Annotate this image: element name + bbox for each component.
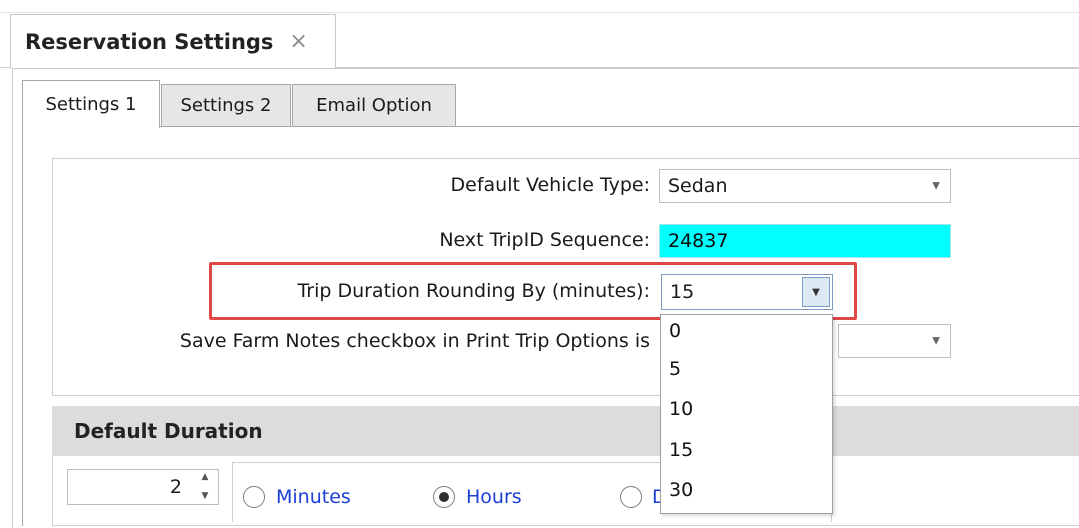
strip-top-line	[0, 12, 1079, 13]
close-icon[interactable]: ×	[289, 31, 307, 53]
radio-minutes[interactable]	[243, 486, 265, 508]
spin-down-icon[interactable]: ▼	[202, 492, 209, 501]
tab-email-option[interactable]: Email Option	[292, 84, 456, 126]
rounding-dropdown-list: 0 5 10 15 30	[660, 314, 833, 514]
default-duration-title: Default Duration	[74, 419, 263, 443]
next-tripid-sequence-field[interactable]: 24837	[659, 224, 951, 258]
spinner-arrows-icon[interactable]: ▲ ▼	[198, 473, 212, 501]
radio-minutes-label[interactable]: Minutes	[276, 486, 351, 508]
save-farm-notes-label: Save Farm Notes checkbox in Print Trip O…	[179, 330, 650, 352]
next-tripid-sequence-value: 24837	[668, 230, 729, 252]
next-tripid-sequence-label: Next TripID Sequence:	[439, 229, 650, 251]
default-duration-header: Default Duration	[52, 406, 1079, 456]
tab-settings-2-label: Settings 2	[180, 95, 272, 116]
spin-up-icon[interactable]: ▲	[202, 473, 209, 482]
dropdown-option-15[interactable]: 15	[669, 439, 693, 461]
reservation-settings-window: Reservation Settings × Settings 1 Settin…	[0, 0, 1079, 528]
dropdown-option-10[interactable]: 10	[669, 398, 693, 420]
tab-settings-1-label: Settings 1	[45, 94, 137, 115]
trip-duration-rounding-select[interactable]: 15 ▼	[661, 274, 833, 310]
tab-email-option-label: Email Option	[316, 95, 432, 116]
chevron-down-icon[interactable]: ▼	[802, 277, 830, 307]
dropdown-option-0[interactable]: 0	[669, 320, 681, 342]
tab-settings-2[interactable]: Settings 2	[161, 84, 291, 126]
duration-spin-value: 2	[169, 476, 182, 498]
chevron-down-icon: ▼	[932, 335, 940, 347]
save-farm-notes-select[interactable]: ▼	[838, 324, 951, 358]
radio-hours-label[interactable]: Hours	[466, 486, 522, 508]
default-vehicle-type-value: Sedan	[668, 175, 728, 197]
dropdown-option-5[interactable]: 5	[669, 358, 681, 380]
document-tab-strip: Reservation Settings ×	[0, 0, 1079, 69]
tab-settings-1[interactable]: Settings 1	[22, 80, 160, 128]
dropdown-option-30[interactable]: 30	[669, 479, 693, 501]
duration-spin-input[interactable]: 2 ▲ ▼	[67, 469, 219, 505]
default-vehicle-type-select[interactable]: Sedan ▼	[659, 169, 951, 203]
radio-days[interactable]	[620, 486, 642, 508]
radio-hours[interactable]	[433, 486, 455, 508]
document-tab-reservation-settings[interactable]: Reservation Settings ×	[10, 14, 336, 69]
trip-duration-rounding-label: Trip Duration Rounding By (minutes):	[297, 280, 650, 302]
document-tab-title: Reservation Settings	[25, 30, 274, 54]
trip-duration-rounding-value: 15	[670, 281, 695, 303]
default-vehicle-type-label: Default Vehicle Type:	[450, 174, 651, 196]
chevron-down-icon: ▼	[932, 180, 940, 192]
